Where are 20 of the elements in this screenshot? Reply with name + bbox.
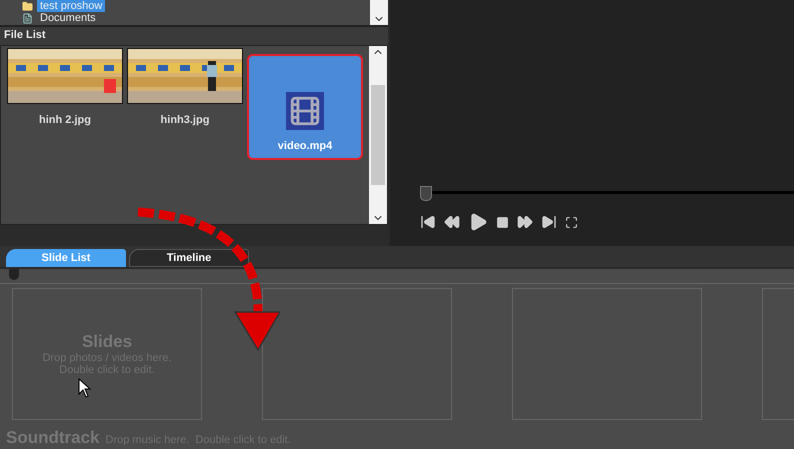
fullscreen-button[interactable] <box>565 216 578 228</box>
folder-icon <box>22 0 33 12</box>
file-item[interactable]: hinh3.jpg <box>127 48 243 130</box>
scrollbar[interactable] <box>370 0 388 25</box>
video-file-icon <box>286 92 324 130</box>
panel-title: File List <box>3 28 47 43</box>
stop-button[interactable] <box>496 216 509 228</box>
tab[interactable]: Timeline <box>129 249 249 267</box>
cursor-icon <box>78 378 92 398</box>
rewind-button[interactable] <box>444 214 460 230</box>
tree-item[interactable]: Documents <box>37 12 99 24</box>
skip-forward-button[interactable] <box>541 214 557 230</box>
scrollbar[interactable] <box>369 46 387 224</box>
position-marker[interactable] <box>9 269 19 280</box>
fast-forward-button[interactable] <box>517 214 533 230</box>
seek-handle[interactable] <box>420 186 432 201</box>
file-item[interactable]: hinh 2.jpg <box>7 48 123 130</box>
document-icon <box>22 12 33 24</box>
file-item[interactable]: video.mp4 <box>247 54 363 160</box>
skip-back-button[interactable] <box>420 214 436 230</box>
